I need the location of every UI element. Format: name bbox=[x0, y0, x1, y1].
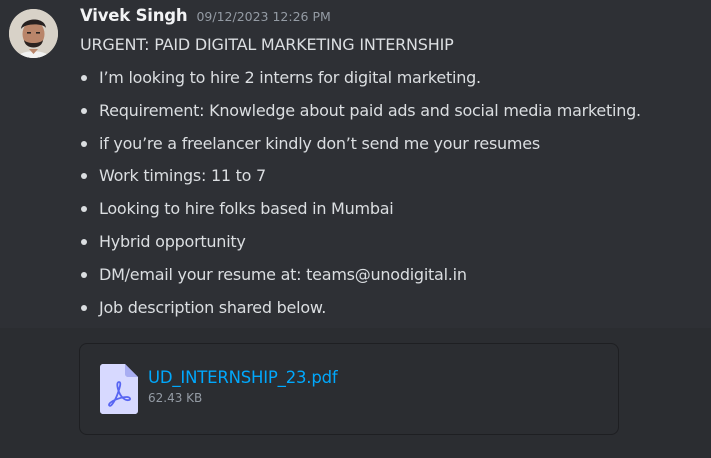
bullet-icon bbox=[81, 206, 87, 213]
file-size: 62.43 KB bbox=[148, 391, 203, 405]
avatar[interactable] bbox=[9, 9, 58, 58]
bullet-item: Looking to hire folks based in Mumbai bbox=[80, 197, 641, 230]
bullet-item: Work timings: 11 to 7 bbox=[80, 164, 641, 197]
bullet-text: Work timings: 11 to 7 bbox=[99, 166, 266, 186]
bullet-text: DM/email your resume at: teams@unodigita… bbox=[99, 264, 467, 284]
file-attachment[interactable]: UD_INTERNSHIP_23.pdf 62.43 KB bbox=[79, 343, 619, 435]
message-bullet-list: I’m looking to hire 2 interns for digita… bbox=[80, 66, 641, 328]
bullet-text: Job description shared below. bbox=[99, 297, 327, 317]
bullet-text: Looking to hire folks based in Mumbai bbox=[99, 199, 394, 219]
chat-message: Vivek Singh 09/12/2023 12:26 PM URGENT: … bbox=[0, 0, 711, 458]
message-timestamp: 09/12/2023 12:26 PM bbox=[196, 9, 331, 24]
bullet-item: Hybrid opportunity bbox=[80, 230, 641, 263]
bullet-item: DM/email your resume at: teams@unodigita… bbox=[80, 263, 641, 296]
bullet-item: I’m looking to hire 2 interns for digita… bbox=[80, 66, 641, 99]
author-name[interactable]: Vivek Singh bbox=[80, 6, 188, 25]
message-header: Vivek Singh 09/12/2023 12:26 PM bbox=[80, 6, 331, 30]
bullet-item: Job description shared below. bbox=[80, 296, 641, 329]
bullet-text: if you’re a freelancer kindly don’t send… bbox=[99, 133, 540, 153]
bullet-text: I’m looking to hire 2 interns for digita… bbox=[99, 68, 481, 87]
bullet-icon bbox=[81, 271, 87, 278]
user-avatar-image bbox=[9, 9, 58, 58]
pdf-file-icon bbox=[100, 364, 138, 418]
bullet-icon bbox=[81, 238, 87, 245]
bullet-text: Hybrid opportunity bbox=[99, 231, 246, 251]
bullet-icon bbox=[81, 140, 87, 147]
bullet-item: if you’re a freelancer kindly don’t send… bbox=[80, 132, 641, 165]
message-title: URGENT: PAID DIGITAL MARKETING INTERNSHI… bbox=[80, 35, 454, 54]
bullet-text: Requirement: Knowledge about paid ads an… bbox=[99, 100, 641, 120]
bullet-icon bbox=[81, 107, 87, 114]
file-name-link[interactable]: UD_INTERNSHIP_23.pdf bbox=[148, 368, 338, 387]
bullet-icon bbox=[81, 173, 87, 180]
bullet-icon bbox=[81, 75, 87, 81]
bullet-icon bbox=[81, 304, 87, 311]
bullet-item: Requirement: Knowledge about paid ads an… bbox=[80, 99, 641, 132]
